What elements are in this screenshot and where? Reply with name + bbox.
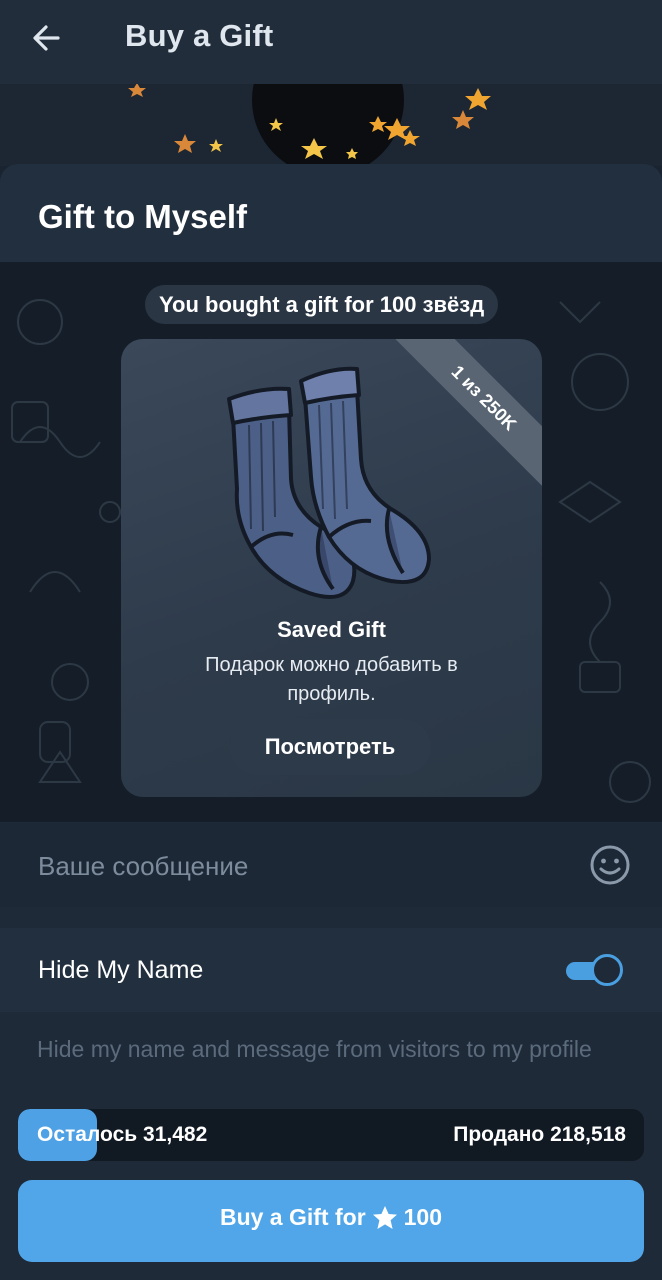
gift-card[interactable]: 1 из 250K Saved Gift Подарок можно добав… [121,339,542,797]
message-row [0,823,662,907]
availability-bar: Осталось 31,482 Продано 218,518 [18,1109,644,1161]
page-title: Buy a Gift [125,18,274,53]
star-icon [372,1205,397,1229]
toggle-knob [591,954,623,986]
buy-button-amount: 100 [403,1204,443,1230]
hide-name-row[interactable]: Hide My Name [0,928,662,1012]
back-arrow-icon [33,25,60,51]
emoji-icon[interactable] [588,843,632,887]
hide-name-hint: Hide my name and message from visitors t… [37,1036,592,1062]
top-bar: Buy a Gift [0,0,662,84]
buy-gift-button[interactable]: Buy a Gift for 100 [18,1180,644,1262]
remaining-count: Осталось 31,482 [37,1123,208,1146]
sold-count: Продано 218,518 [453,1123,626,1146]
stars-decoration [128,84,491,159]
sheet-header: Gift to Myself [0,164,662,262]
back-button[interactable] [26,18,70,58]
view-gift-button[interactable]: Посмотреть [229,719,431,775]
buy-button-label: Buy a Gift for [219,1204,366,1230]
gift-hero [0,84,662,166]
socks-icon [227,366,431,599]
message-input[interactable] [36,845,560,887]
hide-name-label: Hide My Name [38,956,204,984]
sheet-title: Gift to Myself [38,198,248,235]
gift-title: Saved Gift [277,617,386,642]
hide-name-toggle[interactable] [566,954,623,986]
service-message: You bought a gift for 100 звёзд [145,285,499,324]
gift-description: Подарок можно добавить в профиль. [205,654,458,705]
